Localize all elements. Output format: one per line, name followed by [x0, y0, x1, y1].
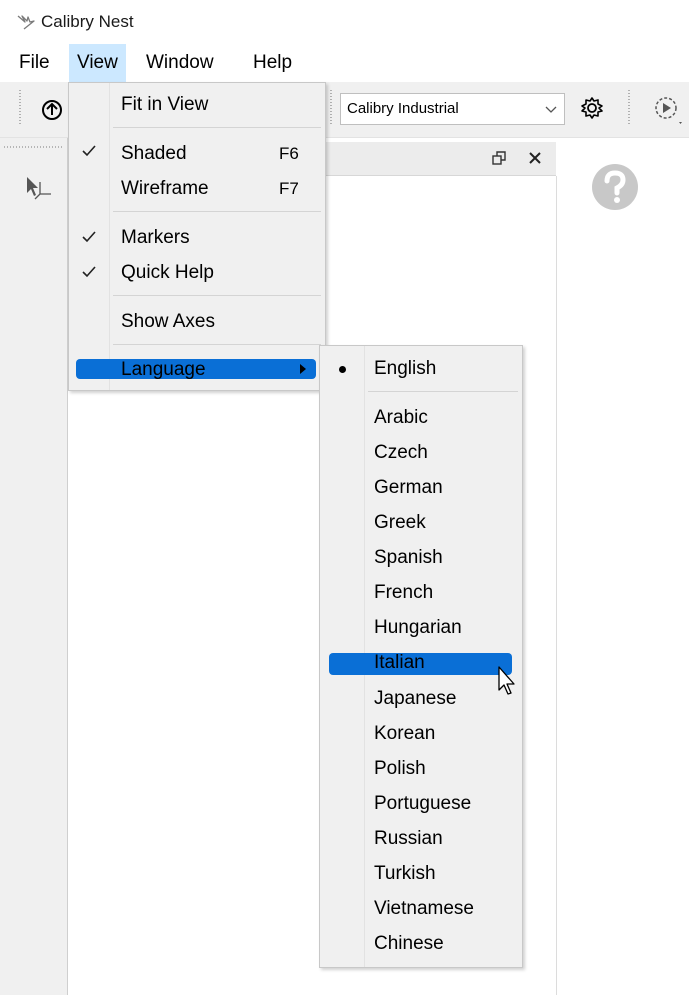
language-item[interactable]: Spanish: [374, 541, 443, 576]
select-cursor-axes-icon[interactable]: [24, 174, 52, 202]
profile-select[interactable]: Calibry Industrial: [340, 93, 565, 125]
language-item-italian[interactable]: Italian: [374, 646, 425, 681]
language-item[interactable]: Russian: [374, 822, 443, 857]
language-item[interactable]: Hungarian: [374, 611, 462, 646]
toolbar-grip-2[interactable]: [330, 90, 332, 124]
menu-separator: [113, 211, 321, 212]
shortcut-shaded: F6: [279, 144, 299, 163]
menu-separator: [113, 344, 321, 345]
language-item[interactable]: Chinese: [374, 927, 444, 962]
view-menu: Fit in View Shaded F6 Wireframe F7 Marke…: [68, 82, 326, 391]
toolbar-grip[interactable]: [19, 90, 21, 124]
language-item[interactable]: Czech: [374, 436, 428, 471]
viewport-area: [557, 138, 689, 995]
language-item[interactable]: Turkish: [374, 857, 436, 892]
check-icon: [82, 266, 96, 278]
language-item[interactable]: Portuguese: [374, 787, 471, 822]
menu-window[interactable]: Window: [138, 44, 222, 82]
language-item[interactable]: Greek: [374, 506, 426, 541]
language-item[interactable]: Vietnamese: [374, 892, 474, 927]
shortcut-wireframe: F7: [279, 179, 299, 198]
mouse-cursor-icon: [498, 666, 515, 695]
menu-separator: [113, 295, 321, 296]
submenu-arrow-icon: [300, 364, 306, 374]
restore-window-icon[interactable]: [492, 151, 506, 165]
language-item[interactable]: Polish: [374, 752, 426, 787]
left-tool-panel: [0, 138, 68, 995]
menu-separator: [113, 127, 321, 128]
menu-item-wireframe[interactable]: Wireframe: [121, 172, 209, 207]
check-icon: [82, 145, 96, 157]
language-item[interactable]: French: [374, 576, 433, 611]
panel-grip[interactable]: [4, 146, 62, 148]
menu-item-show-axes[interactable]: Show Axes: [121, 305, 215, 340]
toolbar-grip-3[interactable]: [628, 90, 630, 124]
menu-item-markers[interactable]: Markers: [121, 221, 190, 256]
upload-icon[interactable]: [38, 95, 66, 123]
bird-icon: [17, 15, 35, 30]
menu-item-fit-in-view[interactable]: Fit in View: [121, 88, 208, 123]
menu-file[interactable]: File: [11, 44, 58, 82]
profile-select-value: Calibry Industrial: [347, 100, 459, 117]
menu-item-shaded[interactable]: Shaded: [121, 137, 187, 172]
language-item-english[interactable]: English: [374, 352, 436, 387]
language-item[interactable]: Arabic: [374, 401, 428, 436]
menu-bar: File View Window Help: [0, 44, 689, 82]
play-circle-icon[interactable]: [652, 94, 684, 126]
close-icon[interactable]: [528, 151, 542, 165]
language-item[interactable]: German: [374, 471, 443, 506]
check-icon: [82, 231, 96, 243]
language-item[interactable]: Korean: [374, 717, 435, 752]
menu-item-language-label: Language: [121, 359, 206, 380]
language-item[interactable]: Japanese: [374, 682, 456, 717]
menu-gutter-divider: [109, 83, 110, 390]
radio-bullet-icon: [339, 366, 346, 373]
question-circle-icon[interactable]: [591, 163, 639, 211]
chevron-down-icon: [545, 106, 557, 113]
menu-help[interactable]: Help: [245, 44, 300, 82]
window-title: Calibry Nest: [41, 12, 134, 31]
settings-gear-icon[interactable]: [579, 95, 605, 121]
menu-separator: [368, 391, 518, 392]
menu-view[interactable]: View: [69, 44, 126, 82]
menu-item-quick-help[interactable]: Quick Help: [121, 256, 214, 291]
language-submenu: English Arabic Czech German Greek Spanis…: [319, 345, 523, 968]
title-bar: Calibry Nest: [0, 0, 689, 44]
